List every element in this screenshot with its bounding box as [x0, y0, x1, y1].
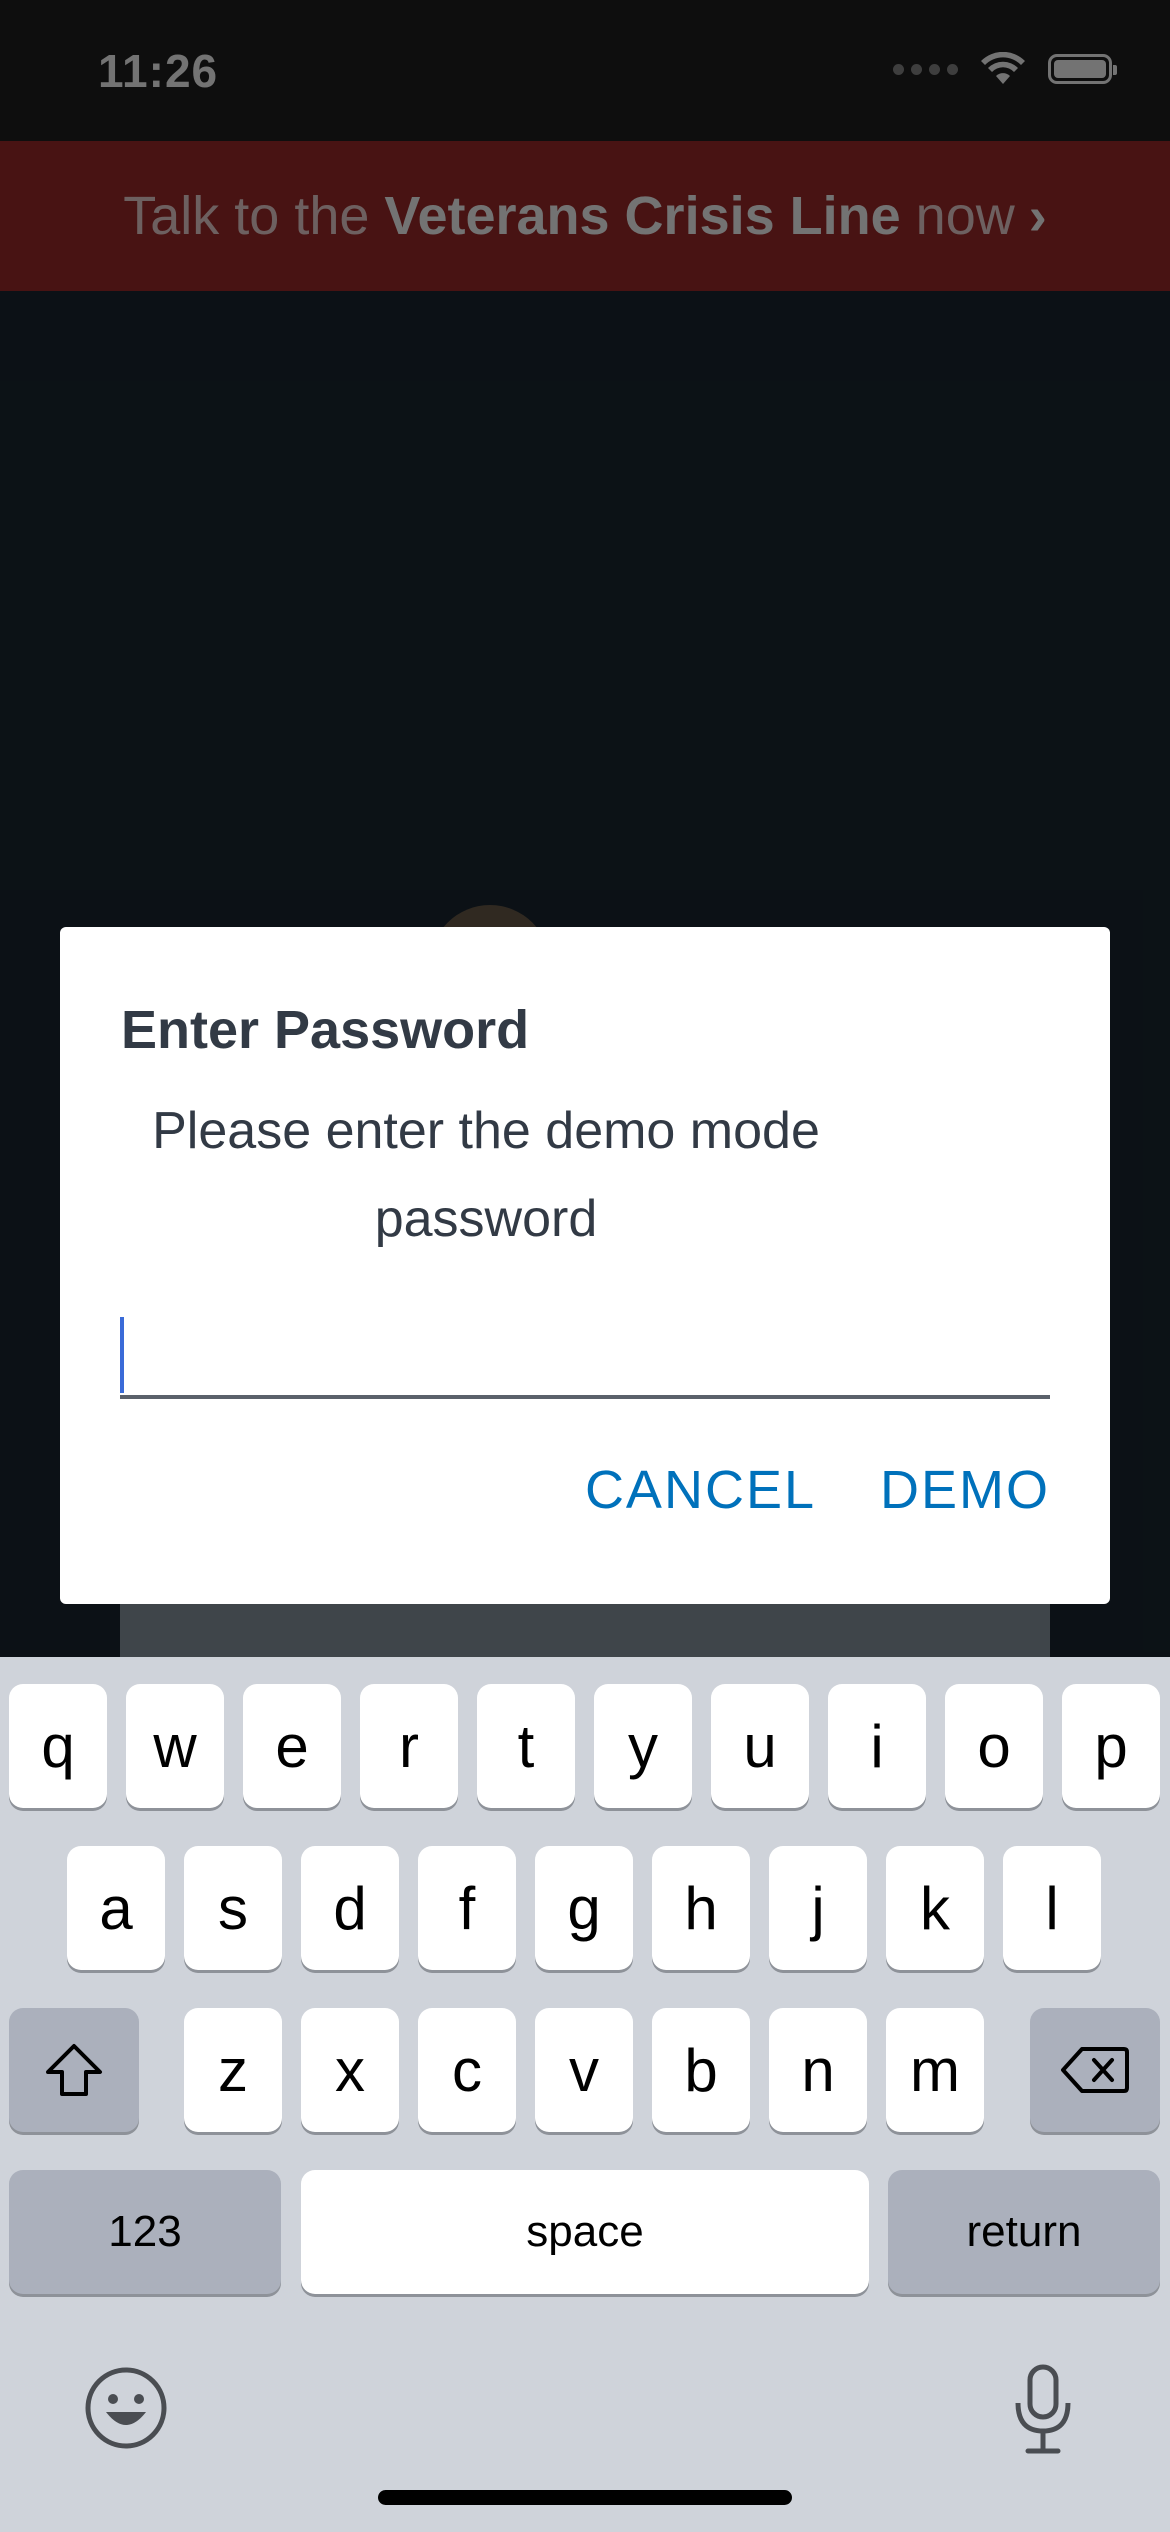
crisis-banner-suffix: now	[900, 186, 1015, 246]
space-key[interactable]: space	[301, 2170, 869, 2294]
key-m[interactable]: m	[886, 2008, 984, 2132]
key-u[interactable]: u	[711, 1684, 809, 1808]
key-q[interactable]: q	[9, 1684, 107, 1808]
shift-key[interactable]	[9, 2008, 139, 2132]
key-h[interactable]: h	[652, 1846, 750, 1970]
key-e[interactable]: e	[243, 1684, 341, 1808]
chevron-right-icon: ›	[1028, 186, 1047, 246]
key-w[interactable]: w	[126, 1684, 224, 1808]
dialog-actions: CANCEL DEMO	[585, 1459, 1050, 1521]
emoji-icon[interactable]	[84, 2366, 168, 2450]
cancel-button[interactable]: CANCEL	[585, 1459, 816, 1521]
password-dialog: Enter Password Please enter the demo mod…	[60, 927, 1110, 1604]
battery-icon	[1048, 54, 1117, 84]
key-s[interactable]: s	[184, 1846, 282, 1970]
key-v[interactable]: v	[535, 2008, 633, 2132]
key-d[interactable]: d	[301, 1846, 399, 1970]
key-l[interactable]: l	[1003, 1846, 1101, 1970]
key-o[interactable]: o	[945, 1684, 1043, 1808]
dialog-title: Enter Password	[121, 1000, 530, 1060]
key-r[interactable]: r	[360, 1684, 458, 1808]
status-icons	[893, 52, 1117, 86]
demo-button[interactable]: DEMO	[880, 1459, 1050, 1521]
app-screen: 11:26 Talk to the Veterans Crisis Line n…	[0, 0, 1170, 2532]
status-time: 11:26	[98, 45, 219, 97]
keyboard: q w e r t y u i o p a s d f g h j k l z …	[0, 1657, 1170, 2532]
microphone-icon[interactable]	[1008, 2363, 1078, 2455]
password-input[interactable]	[120, 1315, 1050, 1399]
key-a[interactable]: a	[67, 1846, 165, 1970]
key-y[interactable]: y	[594, 1684, 692, 1808]
cellular-signal-icon	[893, 63, 958, 75]
crisis-banner-prefix: Talk to the	[123, 186, 385, 246]
delete-key[interactable]	[1030, 2008, 1160, 2132]
key-b[interactable]: b	[652, 2008, 750, 2132]
dialog-message: Please enter the demo mode password	[152, 1102, 820, 1248]
key-k[interactable]: k	[886, 1846, 984, 1970]
crisis-banner-emphasis: Veterans Crisis Line	[384, 186, 901, 246]
key-f[interactable]: f	[418, 1846, 516, 1970]
return-key[interactable]: return	[888, 2170, 1160, 2294]
key-g[interactable]: g	[535, 1846, 633, 1970]
home-indicator	[378, 2490, 792, 2505]
wifi-icon	[981, 52, 1025, 84]
key-j[interactable]: j	[769, 1846, 867, 1970]
key-i[interactable]: i	[828, 1684, 926, 1808]
key-x[interactable]: x	[301, 2008, 399, 2132]
status-bar: 11:26	[0, 0, 1170, 141]
key-t[interactable]: t	[477, 1684, 575, 1808]
text-caret	[120, 1317, 124, 1393]
delete-icon	[1061, 2047, 1129, 2093]
crisis-line-banner[interactable]: Talk to the Veterans Crisis Line now ›	[0, 141, 1170, 291]
key-z[interactable]: z	[184, 2008, 282, 2132]
shift-icon	[46, 2044, 102, 2096]
key-c[interactable]: c	[418, 2008, 516, 2132]
key-p[interactable]: p	[1062, 1684, 1160, 1808]
numbers-key[interactable]: 123	[9, 2170, 281, 2294]
key-n[interactable]: n	[769, 2008, 867, 2132]
